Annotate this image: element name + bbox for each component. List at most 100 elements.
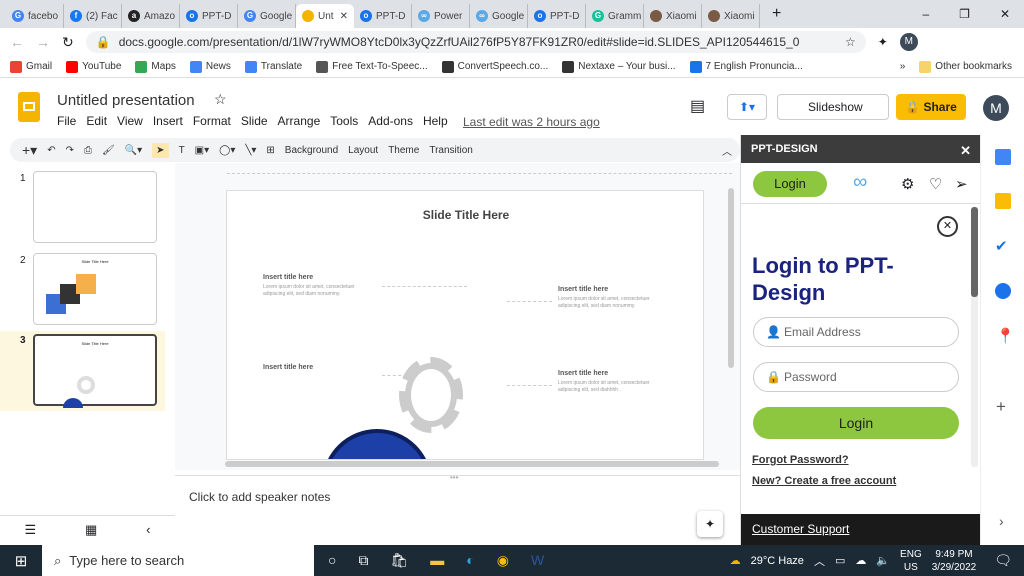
doc-title[interactable]: Untitled presentation [57, 92, 195, 109]
other-bookmarks-folder[interactable]: Other bookmarks [919, 60, 1012, 73]
bookmark-star-icon[interactable]: ☆ [845, 35, 856, 49]
start-button[interactable]: ⊞ [0, 552, 42, 570]
minimize-icon[interactable]: – [922, 7, 929, 21]
close-panel-icon[interactable]: ✕ [960, 143, 971, 159]
zoom-icon[interactable]: 🔍▾ [125, 145, 142, 156]
notifications-icon[interactable]: 🗨 [994, 552, 1012, 569]
profile-avatar[interactable]: M [899, 33, 918, 51]
heart-icon[interactable]: ♡ [929, 175, 942, 193]
menu-item[interactable]: Slide [241, 114, 268, 128]
extensions-icon[interactable]: ✦ [878, 35, 888, 49]
present-options-button[interactable]: ⬆▾ [727, 94, 767, 120]
onedrive-icon[interactable]: ☁ [855, 554, 866, 567]
store-icon[interactable]: 🛍 [390, 552, 408, 569]
transition-button[interactable]: Transition [429, 145, 473, 156]
browser-tab[interactable]: Gfacebo [6, 4, 64, 28]
browser-tab[interactable]: ∞ Google [470, 4, 528, 28]
browser-tab[interactable]: ∞ Power [412, 4, 470, 28]
browser-tab[interactable]: Xiaomi [644, 4, 702, 28]
email-field[interactable]: 👤 Email Address [753, 317, 959, 347]
bookmark-item[interactable]: News [189, 60, 231, 73]
browser-tab[interactable]: o PPT-D [354, 4, 412, 28]
vertical-scrollbar[interactable] [728, 188, 734, 368]
login-button[interactable]: Login [753, 407, 959, 439]
bookmark-item[interactable]: ConvertSpeech.co... [441, 60, 548, 73]
close-tab-icon[interactable]: ✕ [340, 11, 348, 22]
contacts-icon[interactable] [995, 283, 1011, 299]
address-bar[interactable]: 🔒 docs.google.com/presentation/d/1lW7ryWM… [85, 31, 866, 53]
collapse-filmstrip-icon[interactable]: ‹ [146, 522, 150, 537]
menu-item[interactable]: Add-ons [368, 114, 413, 128]
item-title[interactable]: Insert title here [558, 370, 608, 377]
select-icon[interactable]: ➤ [152, 142, 169, 158]
restore-icon[interactable]: ❐ [959, 7, 970, 21]
network-icon[interactable]: ▭ [835, 554, 845, 567]
bookmark-item[interactable]: Translate [244, 60, 302, 73]
slides-logo[interactable] [18, 92, 40, 122]
slide-thumbnail-1[interactable] [33, 171, 157, 243]
item-title[interactable]: Insert title here [558, 286, 608, 293]
new-slide-icon[interactable]: +▾ [22, 142, 37, 159]
browser-tab[interactable]: G Gramm [586, 4, 644, 28]
comments-icon[interactable]: ▤ [690, 96, 705, 116]
item-body[interactable]: Lorem ipsum dolor sit amet, consectetuer… [263, 284, 373, 298]
tasks-icon[interactable]: ✔ [995, 237, 1008, 255]
item-body[interactable]: Lorem ipsum dolor sit amet, consectetuer… [558, 296, 668, 310]
bookmark-item[interactable]: 7 English Pronuncia... [689, 60, 803, 73]
browser-tab[interactable]: Unt ✕ [296, 4, 354, 28]
file-explorer-icon[interactable]: ▬ [430, 552, 444, 569]
browser-tab[interactable]: o PPT-D [180, 4, 238, 28]
item-title[interactable]: Insert title here [263, 364, 313, 371]
slide[interactable]: Slide Title Here Insert title here Lorem… [226, 190, 704, 460]
add-addon-icon[interactable]: + [996, 397, 1006, 417]
bookmark-item[interactable]: Free Text-To-Speec... [316, 60, 428, 73]
browser-tab[interactable]: o PPT-D [528, 4, 586, 28]
share-button[interactable]: 🔒 Share [896, 94, 966, 120]
close-window-icon[interactable]: ✕ [1000, 7, 1010, 21]
account-avatar[interactable]: M [983, 95, 1009, 121]
panel-scrollbar[interactable] [971, 207, 978, 467]
word-icon[interactable]: W [531, 552, 544, 569]
forgot-password-link[interactable]: Forgot Password? [752, 454, 849, 466]
taskbar-search[interactable]: ⌕ Type here to search [42, 545, 314, 576]
redo-icon[interactable]: ↷ [66, 145, 74, 156]
volume-icon[interactable]: 🔈 [876, 554, 890, 567]
send-icon[interactable]: ➢ [955, 175, 968, 193]
layout-button[interactable]: Layout [348, 145, 378, 156]
menu-item[interactable]: Edit [86, 114, 107, 128]
slide-title[interactable]: Slide Title Here [227, 208, 703, 222]
theme-button[interactable]: Theme [388, 145, 419, 156]
slide-thumbnail-3[interactable]: Slide Title Here [33, 334, 157, 408]
create-account-link[interactable]: New? Create a free account [752, 475, 896, 487]
grid-view-icon[interactable]: ▦ [85, 522, 97, 538]
calendar-icon[interactable] [995, 149, 1011, 165]
maps-icon[interactable]: 📍 [996, 327, 1015, 345]
image-icon[interactable]: ▣▾ [195, 145, 209, 156]
browser-tab[interactable]: a Amazo [122, 4, 180, 28]
slideshow-button[interactable]: Slideshow [777, 94, 889, 120]
item-body[interactable]: Lorem ipsum dolor sit amet, consectetuer… [558, 380, 668, 394]
star-icon[interactable]: ☆ [214, 91, 227, 108]
explore-button[interactable]: ✦ [697, 511, 723, 537]
close-login-icon[interactable]: ✕ [937, 216, 958, 237]
speaker-notes[interactable]: Click to add speaker notes [175, 475, 740, 515]
task-view-icon[interactable]: ⧉ [358, 552, 368, 569]
menu-item[interactable]: Format [193, 114, 231, 128]
bookmark-item[interactable]: Maps [135, 60, 176, 73]
last-edit-link[interactable]: Last edit was 2 hours ago [463, 115, 600, 129]
back-icon[interactable]: ← [10, 34, 24, 50]
browser-tab[interactable]: Xiaomi [702, 4, 760, 28]
weather-text[interactable]: 29°C Haze [751, 555, 804, 567]
bookmark-item[interactable]: Gmail [10, 60, 52, 73]
expand-rail-icon[interactable]: › [999, 513, 1004, 529]
chrome-icon[interactable]: ◉ [497, 552, 509, 569]
new-tab-icon[interactable]: + [772, 5, 781, 23]
browser-tab[interactable]: f (2) Fac [64, 4, 122, 28]
menu-item[interactable]: Help [423, 114, 448, 128]
forward-icon[interactable]: → [36, 34, 50, 50]
print-icon[interactable]: ⎙ [84, 145, 92, 156]
menu-item[interactable]: File [57, 114, 76, 128]
bookmark-item[interactable]: YouTube [66, 60, 121, 73]
horizontal-scrollbar[interactable] [225, 461, 719, 467]
list-view-icon[interactable]: ☰ [24, 522, 36, 538]
